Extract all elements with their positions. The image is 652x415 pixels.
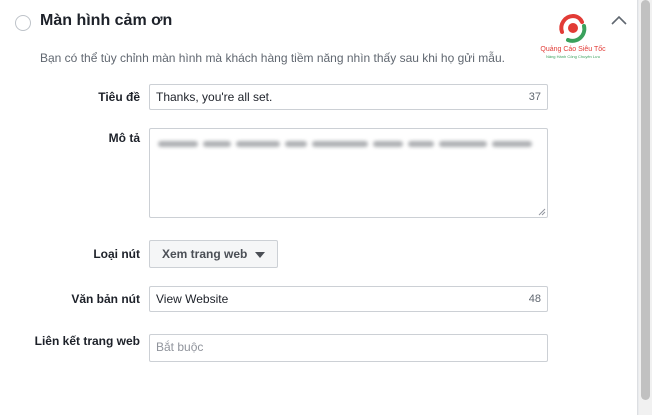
caret-down-icon bbox=[255, 251, 266, 258]
scrollbar-thumb[interactable] bbox=[641, 0, 650, 400]
headline-input[interactable]: Thanks, you're all set. 37 bbox=[149, 84, 548, 110]
brand-logo-name: Quảng Cáo Siêu Tốc bbox=[540, 46, 606, 53]
button-text-value: View Website bbox=[156, 292, 229, 306]
thank-you-screen-panel: Màn hình cảm ơn Quảng Cáo Siêu Tốc Nâng … bbox=[0, 0, 638, 415]
page-scrollbar[interactable] bbox=[639, 0, 652, 415]
description-blurred-text bbox=[158, 134, 538, 148]
section-title: Màn hình cảm ơn bbox=[40, 12, 173, 29]
brand-logo-mark bbox=[559, 13, 587, 43]
brand-logo: Quảng Cáo Siêu Tốc Nâng Hành Công Chuyên… bbox=[537, 10, 609, 70]
resize-grip-icon[interactable] bbox=[538, 208, 546, 216]
button-type-label: Loại nút bbox=[93, 247, 140, 261]
button-type-dropdown[interactable]: Xem trang web bbox=[149, 240, 279, 268]
headline-value: Thanks, you're all set. bbox=[156, 90, 273, 104]
description-label: Mô tả bbox=[108, 131, 140, 145]
website-link-placeholder: Bắt buộc bbox=[156, 340, 204, 354]
button-text-char-counter: 48 bbox=[528, 293, 541, 305]
button-text-label: Văn bản nút bbox=[71, 292, 140, 306]
section-radio-icon[interactable] bbox=[15, 15, 31, 31]
brand-logo-tagline: Nâng Hành Công Chuyên Lưu bbox=[545, 54, 601, 59]
description-textarea[interactable] bbox=[149, 128, 548, 218]
chevron-up-icon bbox=[611, 15, 627, 25]
button-type-selected: Xem trang web bbox=[162, 247, 248, 261]
website-link-input[interactable]: Bắt buộc bbox=[149, 334, 548, 362]
headline-label: Tiêu đề bbox=[98, 90, 140, 104]
section-description: Bạn có thể tùy chỉnh màn hình mà khách h… bbox=[40, 51, 505, 65]
button-text-input[interactable]: View Website 48 bbox=[149, 286, 548, 312]
headline-char-counter: 37 bbox=[528, 91, 541, 103]
website-link-label: Liên kết trang web bbox=[34, 334, 140, 348]
collapse-section-button[interactable] bbox=[608, 12, 630, 28]
